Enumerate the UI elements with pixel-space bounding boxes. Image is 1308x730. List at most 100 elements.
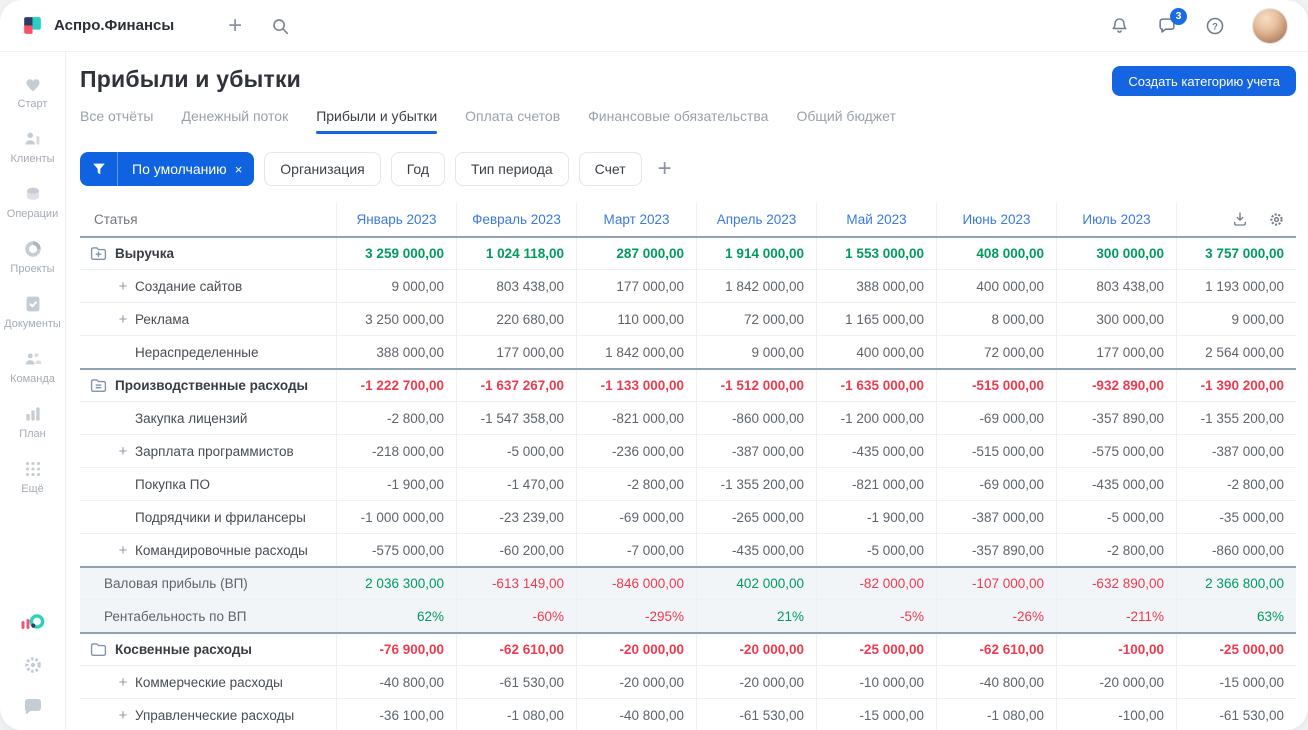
month-column-header: Январь 2023 <box>336 202 456 236</box>
value-cell: -821 000,00 <box>816 468 936 500</box>
sidebar-item-start[interactable]: Старт <box>0 64 65 119</box>
article-cell[interactable]: +Подрядчики и фрилансеры <box>80 501 336 533</box>
filter-chip-year[interactable]: Год <box>390 152 446 186</box>
value-cell: 72 000,00 <box>696 303 816 335</box>
value-cell: -846 000,00 <box>576 568 696 599</box>
quick-add-button[interactable]: + <box>228 13 242 38</box>
tab-invoice-payment[interactable]: Оплата счетов <box>465 108 560 134</box>
create-category-button[interactable]: Создать категорию учета <box>1112 66 1296 96</box>
value-cell: -1 637 267,00 <box>456 370 576 401</box>
section-article-cell[interactable]: Косвенные расходы <box>80 634 336 665</box>
value-cell: -69 000,00 <box>936 402 1056 434</box>
clear-filter-icon[interactable]: × <box>235 162 243 177</box>
filter-chip-account[interactable]: Счет <box>578 152 642 186</box>
article-cell[interactable]: + Реклама <box>80 303 336 335</box>
notifications-bell-icon[interactable] <box>1109 15 1130 36</box>
tab-financial-liabilities[interactable]: Финансовые обязательства <box>588 108 768 134</box>
search-icon[interactable] <box>270 16 290 36</box>
table-row: +Покупка ПО-1 900,00-1 470,00-2 800,00-1… <box>80 467 1296 500</box>
user-avatar[interactable] <box>1252 7 1288 44</box>
expand-plus-icon[interactable]: + <box>116 542 130 559</box>
value-cell: -20 000,00 <box>576 634 696 665</box>
value-cell: -2 800,00 <box>1056 534 1176 566</box>
value-cell: -575 000,00 <box>336 534 456 566</box>
value-cell: -860 000,00 <box>1176 534 1296 566</box>
value-cell: -387 000,00 <box>696 435 816 467</box>
article-cell[interactable]: + Коммерческие расходы <box>80 666 336 698</box>
sidebar-item-team[interactable]: Команда <box>0 339 65 394</box>
value-cell: -15 000,00 <box>816 699 936 730</box>
tab-profit-loss[interactable]: Прибыли и убытки <box>316 108 437 134</box>
tab-all-reports[interactable]: Все отчёты <box>80 108 153 134</box>
value-cell: -36 100,00 <box>336 699 456 730</box>
expand-plus-icon[interactable]: + <box>116 707 130 724</box>
sidebar-item-operations[interactable]: Операции <box>0 174 65 229</box>
expand-plus-icon[interactable]: + <box>116 311 130 328</box>
value-cell: -821 000,00 <box>576 402 696 434</box>
table-row: + Командировочные расходы -575 000,00 -60 2… <box>80 533 1296 566</box>
topbar: Аспро.Финансы + 3 ? <box>0 0 1308 52</box>
filter-default-button[interactable]: По умолчанию × <box>80 152 255 186</box>
article-cell[interactable]: +Нераспределенные <box>80 336 336 368</box>
sidebar-item-label: Документы <box>4 318 61 330</box>
section-label: Косвенные расходы <box>115 642 252 657</box>
folder-minus-icon <box>90 378 107 393</box>
settings-gear-icon[interactable] <box>21 654 45 676</box>
help-icon[interactable]: ? <box>1204 15 1226 37</box>
article-cell[interactable]: + Командировочные расходы <box>80 534 336 566</box>
tab-cash-flow[interactable]: Денежный поток <box>181 108 288 134</box>
sidebar-item-projects[interactable]: Проекты <box>0 229 65 284</box>
article-cell[interactable]: +Закупка лицензий <box>80 402 336 434</box>
value-cell: -35 000,00 <box>1176 501 1296 533</box>
filter-chip-period-type[interactable]: Тип периода <box>455 152 569 186</box>
article-cell[interactable]: + Зарплата программистов <box>80 435 336 467</box>
article-label: Закупка лицензий <box>135 410 248 426</box>
expand-plus-icon[interactable]: + <box>116 443 130 460</box>
sidebar-item-label: Клиенты <box>10 153 55 165</box>
subtotal-label-cell: Валовая прибыль (ВП) <box>80 568 336 599</box>
value-cell: -860 000,00 <box>696 402 816 434</box>
value-cell: -1 547 358,00 <box>456 402 576 434</box>
value-cell: 177 000,00 <box>456 336 576 368</box>
article-cell[interactable]: + Управленческие расходы <box>80 699 336 730</box>
app-window: Аспро.Финансы + 3 ? Старт Клиенты Операц… <box>0 0 1308 730</box>
value-cell: 300 000,00 <box>1056 303 1176 335</box>
value-cell: 2 036 300,00 <box>336 568 456 599</box>
sidebar-item-clients[interactable]: Клиенты <box>0 119 65 174</box>
sidebar-bottom <box>19 612 46 718</box>
messages-chat-icon[interactable]: 3 <box>1156 7 1187 37</box>
tab-general-budget[interactable]: Общий бюджет <box>796 108 895 134</box>
expand-plus-icon[interactable]: + <box>116 278 130 295</box>
value-cell: -69 000,00 <box>936 468 1056 500</box>
filter-chip-organization[interactable]: Организация <box>264 152 381 186</box>
brand: Аспро.Финансы <box>20 13 174 38</box>
sidebar-item-documents[interactable]: Документы <box>0 284 65 339</box>
month-column-header: Май 2023 <box>816 202 936 236</box>
product-logo-icon[interactable] <box>19 612 46 634</box>
article-cell[interactable]: + Создание сайтов <box>80 270 336 302</box>
table-row: Выручка 3 259 000,00 1 024 118,00 287 000,0… <box>80 236 1296 269</box>
value-cell: 2 366 800,00 <box>1176 568 1296 599</box>
sidebar-item-label: План <box>19 428 46 440</box>
sidebar-item-plan[interactable]: План <box>0 394 65 449</box>
feedback-chat-icon[interactable] <box>21 696 45 718</box>
article-label: Зарплата программистов <box>135 443 294 459</box>
section-article-cell[interactable]: Выручка <box>80 238 336 269</box>
value-cell: -7 000,00 <box>576 534 696 566</box>
download-icon[interactable] <box>1231 210 1249 228</box>
table-settings-gear-icon[interactable] <box>1267 210 1286 229</box>
section-article-cell[interactable]: Производственные расходы <box>80 370 336 401</box>
sidebar-item-more[interactable]: Ещё <box>0 449 65 504</box>
expand-plus-icon[interactable]: + <box>116 674 130 691</box>
month-column-header: Июль 2023 <box>1056 202 1176 236</box>
value-cell: 287 000,00 <box>576 238 696 269</box>
value-cell: 1 914 000,00 <box>696 238 816 269</box>
article-cell[interactable]: +Покупка ПО <box>80 468 336 500</box>
page-title: Прибыли и убытки <box>80 66 301 92</box>
sidebar-item-label: Операции <box>6 208 59 220</box>
value-cell: -5% <box>816 600 936 632</box>
add-filter-icon[interactable]: + <box>658 157 672 181</box>
value-cell: 3 259 000,00 <box>336 238 456 269</box>
article-label: Покупка ПО <box>135 476 210 492</box>
svg-text:?: ? <box>1212 21 1218 32</box>
